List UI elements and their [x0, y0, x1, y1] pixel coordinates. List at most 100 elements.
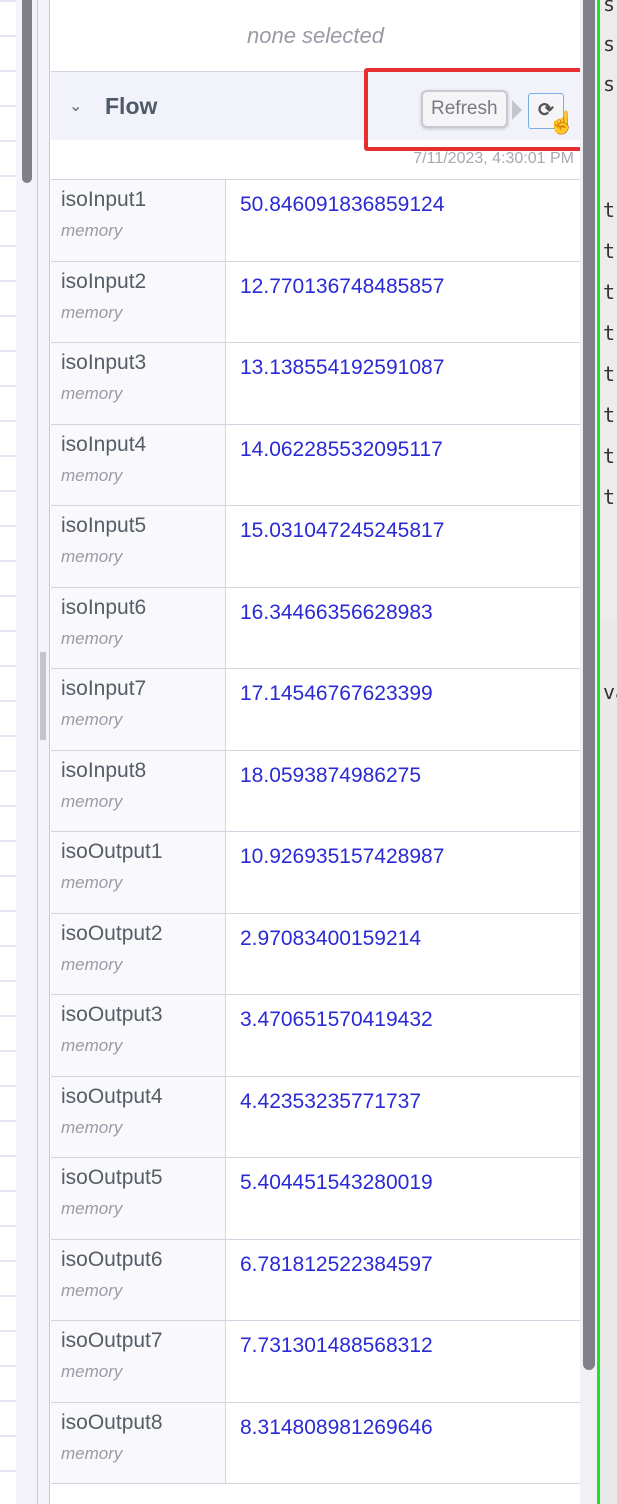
table-row: isoInput2 memory 12.770136748485857: [51, 261, 580, 343]
value-cell[interactable]: 5.404451543280019: [226, 1158, 447, 1239]
variable-store: memory: [61, 1280, 123, 1300]
value-cell[interactable]: 12.770136748485857: [226, 262, 458, 343]
context-table: isoInput1 memory 50.846091836859124 isoInpu…: [51, 180, 580, 1484]
variable-name: isoInput4: [61, 432, 147, 456]
variable-name: isoInput8: [61, 758, 147, 782]
section-title: Flow: [105, 92, 158, 119]
variable-name: isoOutput6: [61, 1247, 163, 1271]
table-row: isoOutput8 memory 8.314808981269646: [51, 1402, 580, 1484]
gutter-divider: [37, 0, 38, 1504]
key-cell: isoInput2 memory: [51, 261, 226, 342]
variable-store: memory: [61, 1117, 123, 1137]
value-cell[interactable]: 3.470651570419432: [226, 995, 447, 1076]
hand-cursor-icon: ☝: [548, 110, 576, 135]
key-cell: isoInput8 memory: [51, 750, 226, 831]
table-row: isoInput8 memory 18.0593874986275: [51, 750, 580, 832]
key-cell: isoOutput3 memory: [51, 995, 226, 1076]
key-cell: isoOutput6 memory: [51, 1239, 226, 1320]
context-panel: none selected ⌄ Flow Refresh ⟳ ☝ 7/11/20…: [51, 0, 580, 1504]
table-row: isoOutput5 memory 5.404451543280019: [51, 1158, 580, 1240]
table-row: isoInput6 memory 16.34466356628983: [51, 587, 580, 669]
value-cell[interactable]: 7.731301488568312: [226, 1321, 447, 1402]
value-cell[interactable]: 6.781812522384597: [226, 1240, 447, 1321]
variable-store: memory: [61, 954, 123, 974]
code-fragment: t: [603, 280, 616, 304]
value-cell[interactable]: 10.926935157428987: [226, 832, 458, 913]
variable-store: memory: [61, 302, 123, 322]
flow-section-header[interactable]: ⌄ Flow Refresh ⟳ ☝: [51, 72, 580, 140]
table-row: isoOutput6 memory 6.781812522384597: [51, 1239, 580, 1321]
refresh-tooltip: Refresh: [421, 90, 508, 128]
code-editor-pane[interactable]: sssttttttttva: [600, 0, 617, 1504]
variable-name: isoInput1: [61, 188, 147, 211]
code-fragment: t: [603, 198, 616, 222]
none-selected-label: none selected: [51, 0, 580, 72]
key-cell: isoOutput4 memory: [51, 1076, 226, 1157]
code-fragment: t: [603, 239, 616, 263]
value-cell[interactable]: 14.062285532095117: [226, 425, 457, 506]
key-cell: isoInput1 memory: [51, 180, 226, 261]
key-cell: isoInput4 memory: [51, 424, 226, 505]
table-row: isoOutput3 memory 3.470651570419432: [51, 995, 580, 1077]
table-row: isoInput7 memory 17.14546767623399: [51, 669, 580, 751]
value-cell[interactable]: 17.14546767623399: [226, 669, 447, 750]
table-row: isoInput4 memory 14.062285532095117: [51, 424, 580, 506]
variable-store: memory: [61, 873, 123, 892]
variable-store: memory: [61, 791, 123, 811]
variable-store: memory: [61, 1036, 123, 1055]
tooltip-arrow: [512, 100, 522, 120]
value-cell[interactable]: 15.031047245245817: [226, 506, 458, 587]
variable-name: isoOutput4: [61, 1084, 163, 1108]
code-fragment: t: [603, 321, 616, 345]
variable-name: isoOutput3: [61, 1003, 163, 1026]
table-row: isoOutput4 memory 4.42353235771737: [51, 1076, 580, 1158]
key-cell: isoInput3 memory: [51, 343, 226, 424]
key-cell: isoOutput5 memory: [51, 1158, 226, 1239]
variable-name: isoOutput7: [61, 1329, 163, 1352]
variable-store: memory: [61, 465, 123, 485]
key-cell: isoOutput2 memory: [51, 913, 226, 994]
timestamp: 7/11/2023, 4:30:01 PM: [51, 140, 580, 180]
key-cell: isoInput7 memory: [51, 669, 226, 750]
chevron-down-icon[interactable]: ⌄: [69, 96, 89, 116]
variable-name: isoInput7: [61, 677, 147, 700]
table-row: isoInput1 memory 50.846091836859124: [51, 180, 580, 262]
value-cell[interactable]: 8.314808981269646: [226, 1403, 447, 1484]
code-fragment: s: [603, 72, 616, 96]
variable-name: isoOutput1: [61, 840, 163, 863]
table-row: isoInput3 memory 13.138554192591087: [51, 343, 580, 425]
value-cell[interactable]: 13.138554192591087: [226, 343, 458, 424]
variable-name: isoInput6: [61, 595, 147, 619]
sidebar-gutter: [16, 0, 50, 1504]
key-cell: isoInput6 memory: [51, 587, 226, 668]
value-cell[interactable]: 4.42353235771737: [226, 1077, 435, 1158]
key-cell: isoOutput7 memory: [51, 1321, 226, 1402]
variable-store: memory: [61, 221, 123, 240]
variable-name: isoInput3: [61, 351, 147, 374]
variable-name: isoInput2: [61, 269, 147, 293]
table-row: isoOutput2 memory 2.97083400159214: [51, 913, 580, 995]
value-cell[interactable]: 50.846091836859124: [226, 180, 458, 261]
panel-scrollbar[interactable]: [583, 0, 595, 1370]
code-fragment: s: [603, 32, 616, 56]
variable-name: isoOutput5: [61, 1166, 163, 1189]
code-fragment: t: [603, 444, 616, 468]
variable-store: memory: [61, 1362, 123, 1381]
sidebar-resize-handle[interactable]: [40, 652, 46, 740]
code-fragment: t: [603, 485, 616, 509]
value-cell[interactable]: 2.97083400159214: [226, 914, 435, 995]
flow-canvas-grid[interactable]: [0, 0, 16, 1504]
key-cell: isoInput5 memory: [51, 506, 226, 587]
value-cell[interactable]: 18.0593874986275: [226, 751, 435, 832]
variable-store: memory: [61, 547, 123, 566]
variable-store: memory: [61, 384, 123, 403]
variable-store: memory: [61, 1443, 123, 1463]
value-cell[interactable]: 16.34466356628983: [226, 588, 447, 669]
code-fragment: t: [603, 403, 616, 427]
variable-name: isoOutput8: [61, 1410, 163, 1434]
code-fragment: va: [603, 680, 617, 704]
table-row: isoOutput7 memory 7.731301488568312: [51, 1321, 580, 1403]
code-fragment: t: [603, 362, 616, 386]
canvas-scrollbar[interactable]: [22, 0, 32, 183]
variable-store: memory: [61, 628, 123, 648]
